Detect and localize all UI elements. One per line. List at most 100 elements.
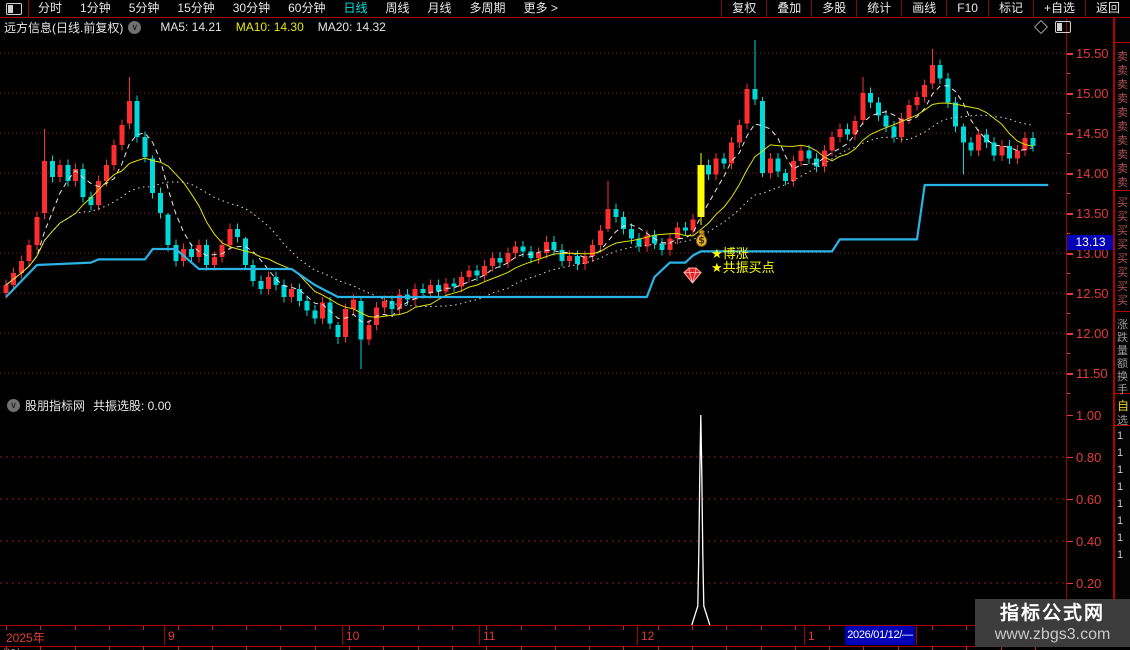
candle-body: [559, 249, 565, 261]
tab-5min[interactable]: 5分钟: [120, 0, 169, 17]
price-tick: 15.50: [1076, 46, 1109, 61]
tab-weekly[interactable]: 周线: [376, 0, 418, 17]
axis-tick: [246, 626, 247, 630]
statistics-button[interactable]: 统计: [856, 0, 901, 17]
split-panel-icon[interactable]: [1055, 21, 1071, 33]
tab-fenshi[interactable]: 分时: [29, 0, 71, 17]
axis-tick: [452, 646, 453, 650]
candle-body: [119, 125, 125, 145]
draw-line-button[interactable]: 画线: [901, 0, 946, 17]
candle-body: [389, 301, 395, 309]
candle-body: [605, 209, 611, 229]
add-favorite-button[interactable]: +自选: [1032, 0, 1085, 17]
axis-tick: [966, 626, 967, 630]
candle-body: [999, 145, 1005, 156]
red-gem-icon: [681, 266, 704, 290]
axis-tick: [692, 626, 693, 630]
candle-body: [127, 101, 133, 124]
axis-tick: [418, 646, 419, 650]
mark-button[interactable]: 标记: [987, 0, 1033, 17]
candle-body: [134, 101, 140, 137]
main-candlestick-chart[interactable]: [0, 18, 1066, 396]
candle-body: [914, 97, 920, 105]
axis-tick-mark: [1067, 499, 1073, 500]
candle-body: [157, 193, 163, 213]
axis-tick-mark: [1067, 113, 1070, 114]
candle-body: [837, 129, 843, 137]
candle-body: [775, 158, 781, 172]
axis-tick-mark: [1067, 93, 1073, 95]
clipped-caption: 分时: [2, 646, 20, 650]
overlay-button[interactable]: 叠加: [766, 0, 811, 17]
candle-body: [258, 281, 264, 289]
axis-tick: [726, 626, 727, 630]
indicator-spike: [691, 414, 711, 625]
month-separator: [342, 626, 343, 645]
axis-tick-mark: [1067, 73, 1070, 74]
axis-tick-mark: [1067, 583, 1073, 584]
candle-body: [34, 217, 40, 245]
strip-separator: [1115, 42, 1130, 43]
candle-body: [265, 277, 271, 289]
f10-button[interactable]: F10: [946, 0, 988, 17]
axis-tick: [966, 646, 967, 650]
candle-body: [443, 283, 449, 292]
candle-body: [567, 256, 573, 261]
candle-body: [814, 158, 820, 167]
chart-header: 远方信息(日线.前复权) ∨ MA5: 14.21 MA10: 14.30 MA…: [4, 19, 386, 35]
candle-body: [381, 301, 387, 308]
axis-tick: [6, 626, 7, 630]
price-tick: 11.50: [1076, 366, 1108, 381]
axis-tick-mark: [1067, 173, 1073, 175]
multi-stock-button[interactable]: 多股: [811, 0, 856, 17]
clipped-quote-panel[interactable]: 卖卖卖卖卖卖卖卖卖卖买买买买买买买买涨跌量额换手自选11111111: [1113, 18, 1130, 645]
tab-60min[interactable]: 60分钟: [279, 0, 334, 17]
axis-tick: [40, 646, 41, 650]
axis-tick: [6, 646, 7, 650]
money-bag-icon: $: [692, 228, 711, 254]
axis-tick: [75, 626, 76, 630]
sub-indicator-chart[interactable]: [0, 414, 1066, 625]
axis-tick-mark: [1067, 541, 1073, 542]
month-separator: [916, 626, 917, 645]
axis-tick: [349, 646, 350, 650]
axis-tick: [555, 646, 556, 650]
candle-body: [520, 246, 526, 252]
candle-body: [513, 246, 519, 253]
back-button[interactable]: 返回: [1084, 0, 1130, 17]
chevron-down-icon[interactable]: ∨: [128, 20, 142, 34]
tab-multi-period[interactable]: 多周期: [461, 0, 515, 17]
axis-tick: [315, 626, 316, 630]
candle-body: [505, 253, 511, 263]
axis-tick: [863, 646, 864, 650]
candle-body: [760, 101, 766, 173]
tab-daily[interactable]: 日线: [334, 0, 376, 17]
chevron-down-icon[interactable]: ∨: [7, 398, 20, 412]
candle-body: [343, 309, 349, 337]
axis-tick-mark: [1067, 353, 1070, 354]
candle-body: [991, 142, 997, 156]
axis-label-month: 9: [168, 629, 175, 643]
candle-body: [57, 165, 63, 177]
candle-body: [1030, 137, 1036, 146]
candle-body: [906, 105, 912, 119]
axis-tick: [486, 646, 487, 650]
tab-15min[interactable]: 15分钟: [168, 0, 223, 17]
watermark: 指标公式网 www.zbgs3.com: [975, 599, 1130, 647]
candle-body: [103, 165, 109, 181]
indicator-tick: 1.00: [1076, 408, 1102, 423]
tab-1min[interactable]: 1分钟: [71, 0, 120, 17]
fuquan-button[interactable]: 复权: [721, 0, 766, 17]
candle-body: [806, 150, 812, 159]
mark-diamond-icon[interactable]: [1033, 19, 1049, 35]
tab-30min[interactable]: 30分钟: [224, 0, 279, 17]
candle-body: [42, 161, 48, 213]
axis-label-month: 10: [346, 629, 360, 643]
candle-body: [883, 115, 889, 127]
ma5-value: MA5: 14.21: [160, 20, 222, 34]
clipped-bottom-row: 分时: [0, 646, 1066, 650]
axis-tick: [932, 646, 933, 650]
tab-monthly[interactable]: 月线: [419, 0, 461, 17]
layout-toggle-button[interactable]: [0, 0, 29, 17]
tab-more[interactable]: 更多 >: [515, 0, 567, 17]
